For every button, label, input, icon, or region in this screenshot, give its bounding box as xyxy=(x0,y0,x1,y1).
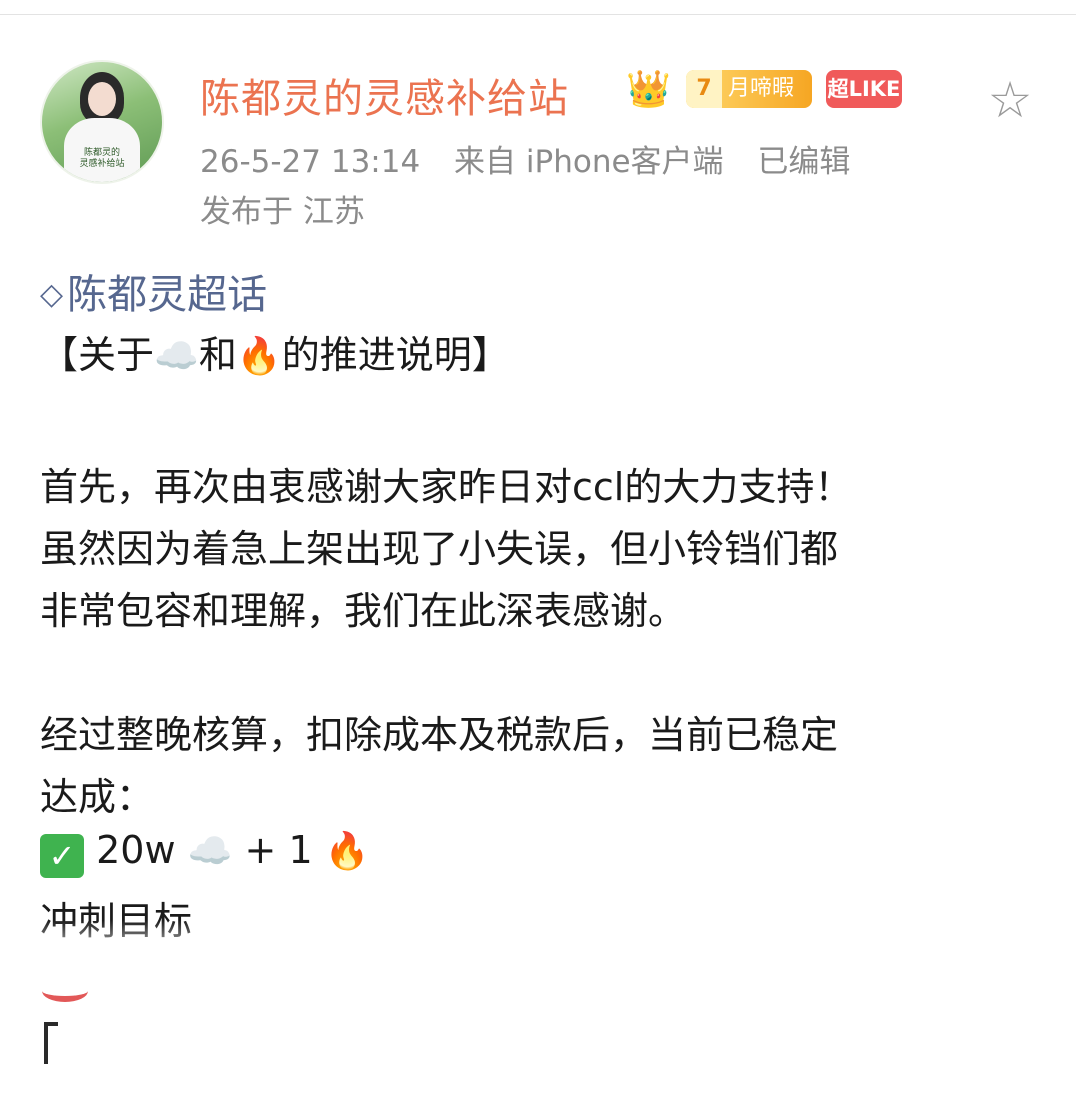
cloud-icon: ☁️ xyxy=(154,336,199,377)
star-favorite-icon[interactable]: ☆ xyxy=(984,74,1036,126)
paragraph-2-line-2: 达成： xyxy=(40,775,155,819)
avatar-caption: 陈都灵的 灵感补给站 xyxy=(79,148,125,169)
post-meta: 26-5-27 13:14 来自 iPhone客户端 已编辑 xyxy=(200,136,874,181)
title-close: 的推进说明】 xyxy=(281,333,510,377)
paragraph-1-line-1: 首先，再次由衷感谢大家昨日对ccl的大力支持！ xyxy=(40,465,853,509)
obscured-fragment xyxy=(44,1022,48,1064)
member-month-badge[interactable]: 7 月啼暇 xyxy=(686,70,812,108)
paragraph-1-line-2: 虽然因为着急上架出现了小失误，但小铃铛们都 xyxy=(40,527,839,571)
paragraph-1-line-3: 非常包容和理解，我们在此深表感谢。 xyxy=(40,589,687,633)
fire-icon: 🔥 xyxy=(324,831,370,872)
super-topic-link[interactable]: ◇ 陈都灵超话 xyxy=(40,262,267,320)
cloud-icon: ☁️ xyxy=(187,831,233,872)
fire-icon: 🔥 xyxy=(236,336,282,377)
paragraph-2-line-1: 经过整晚核算，扣除成本及税款后，当前已稳定 xyxy=(40,713,839,757)
member-month-label: 月啼暇 xyxy=(728,76,795,101)
diamond-topic-icon: ◇ xyxy=(40,277,64,312)
achievement-plus: + 1 xyxy=(244,828,313,872)
achievement-line: ✓ 20w ☁️ + 1 🔥 xyxy=(40,828,370,878)
check-icon: ✓ xyxy=(40,834,84,878)
super-like-badge[interactable]: 超LIKE xyxy=(826,70,902,108)
post-source: 来自 iPhone客户端 xyxy=(454,144,724,180)
top-divider xyxy=(0,0,1076,15)
post-timestamp: 26-5-27 13:14 xyxy=(200,144,421,180)
super-topic-label: 陈都灵超话 xyxy=(67,272,268,318)
title-open: 【关于 xyxy=(40,333,155,377)
obscured-fragment xyxy=(42,980,88,1002)
obscured-fragment xyxy=(44,1022,58,1026)
post-title: 【关于☁️和🔥的推进说明】 xyxy=(40,324,510,379)
post-edited-label[interactable]: 已编辑 xyxy=(757,144,850,180)
username-link[interactable]: 陈都灵的灵感补给站 xyxy=(200,66,569,124)
member-level: 7 xyxy=(686,70,722,108)
post-location: 发布于 江苏 xyxy=(200,194,365,230)
avatar[interactable]: 陈都灵的 灵感补给站 xyxy=(40,60,164,184)
content-fade-mask xyxy=(0,920,1076,990)
avatar-face xyxy=(88,82,116,116)
title-and: 和 xyxy=(198,333,237,377)
crown-icon: 👑 xyxy=(626,69,671,110)
achievement-amount: 20w xyxy=(96,828,176,872)
